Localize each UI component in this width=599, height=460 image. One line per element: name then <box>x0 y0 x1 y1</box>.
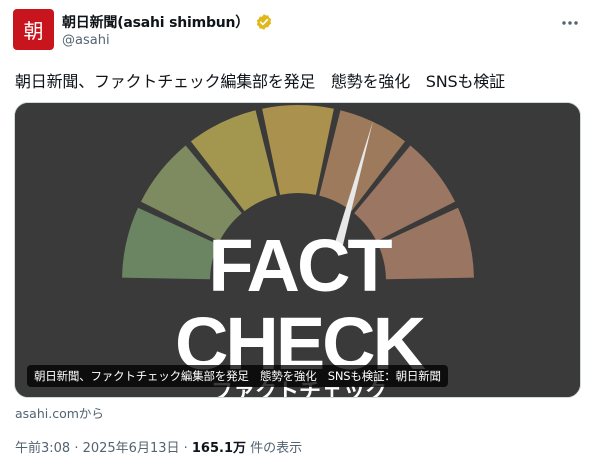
author-avatar[interactable]: 朝 <box>13 9 54 50</box>
card-image: FACT CHECK ファクトチェック <box>15 103 580 397</box>
fact-text: FACT <box>208 224 392 307</box>
post-text: 朝日新聞、ファクトチェック編集部を発足 態勢を強化 SNSも検証 <box>15 72 505 91</box>
views-label: 件の表示 <box>246 441 303 456</box>
card-caption: 朝日新聞、ファクトチェック編集部を発足 態勢を強化 SNSも検証：朝日新聞 <box>27 365 448 387</box>
author-handle[interactable]: @asahi <box>62 33 110 48</box>
author-name[interactable]: 朝日新聞(asahi shimbun） <box>62 12 249 32</box>
author-name-row: 朝日新聞(asahi shimbun） <box>62 12 273 32</box>
post-meta: 午前3:08 · 2025年6月13日 · 165.1万 件の表示 <box>15 437 302 456</box>
link-source[interactable]: asahi.comから <box>15 403 104 422</box>
views-count: 165.1万 <box>191 441 247 456</box>
avatar-text: 朝 <box>23 19 44 43</box>
more-options-icon[interactable] <box>558 11 582 35</box>
verified-badge-icon <box>255 13 273 31</box>
link-card[interactable]: FACT CHECK ファクトチェック 朝日新聞、ファクトチェック編集部を発足 … <box>14 102 581 398</box>
post-timestamp[interactable]: 午前3:08 · 2025年6月13日 · <box>15 441 192 456</box>
